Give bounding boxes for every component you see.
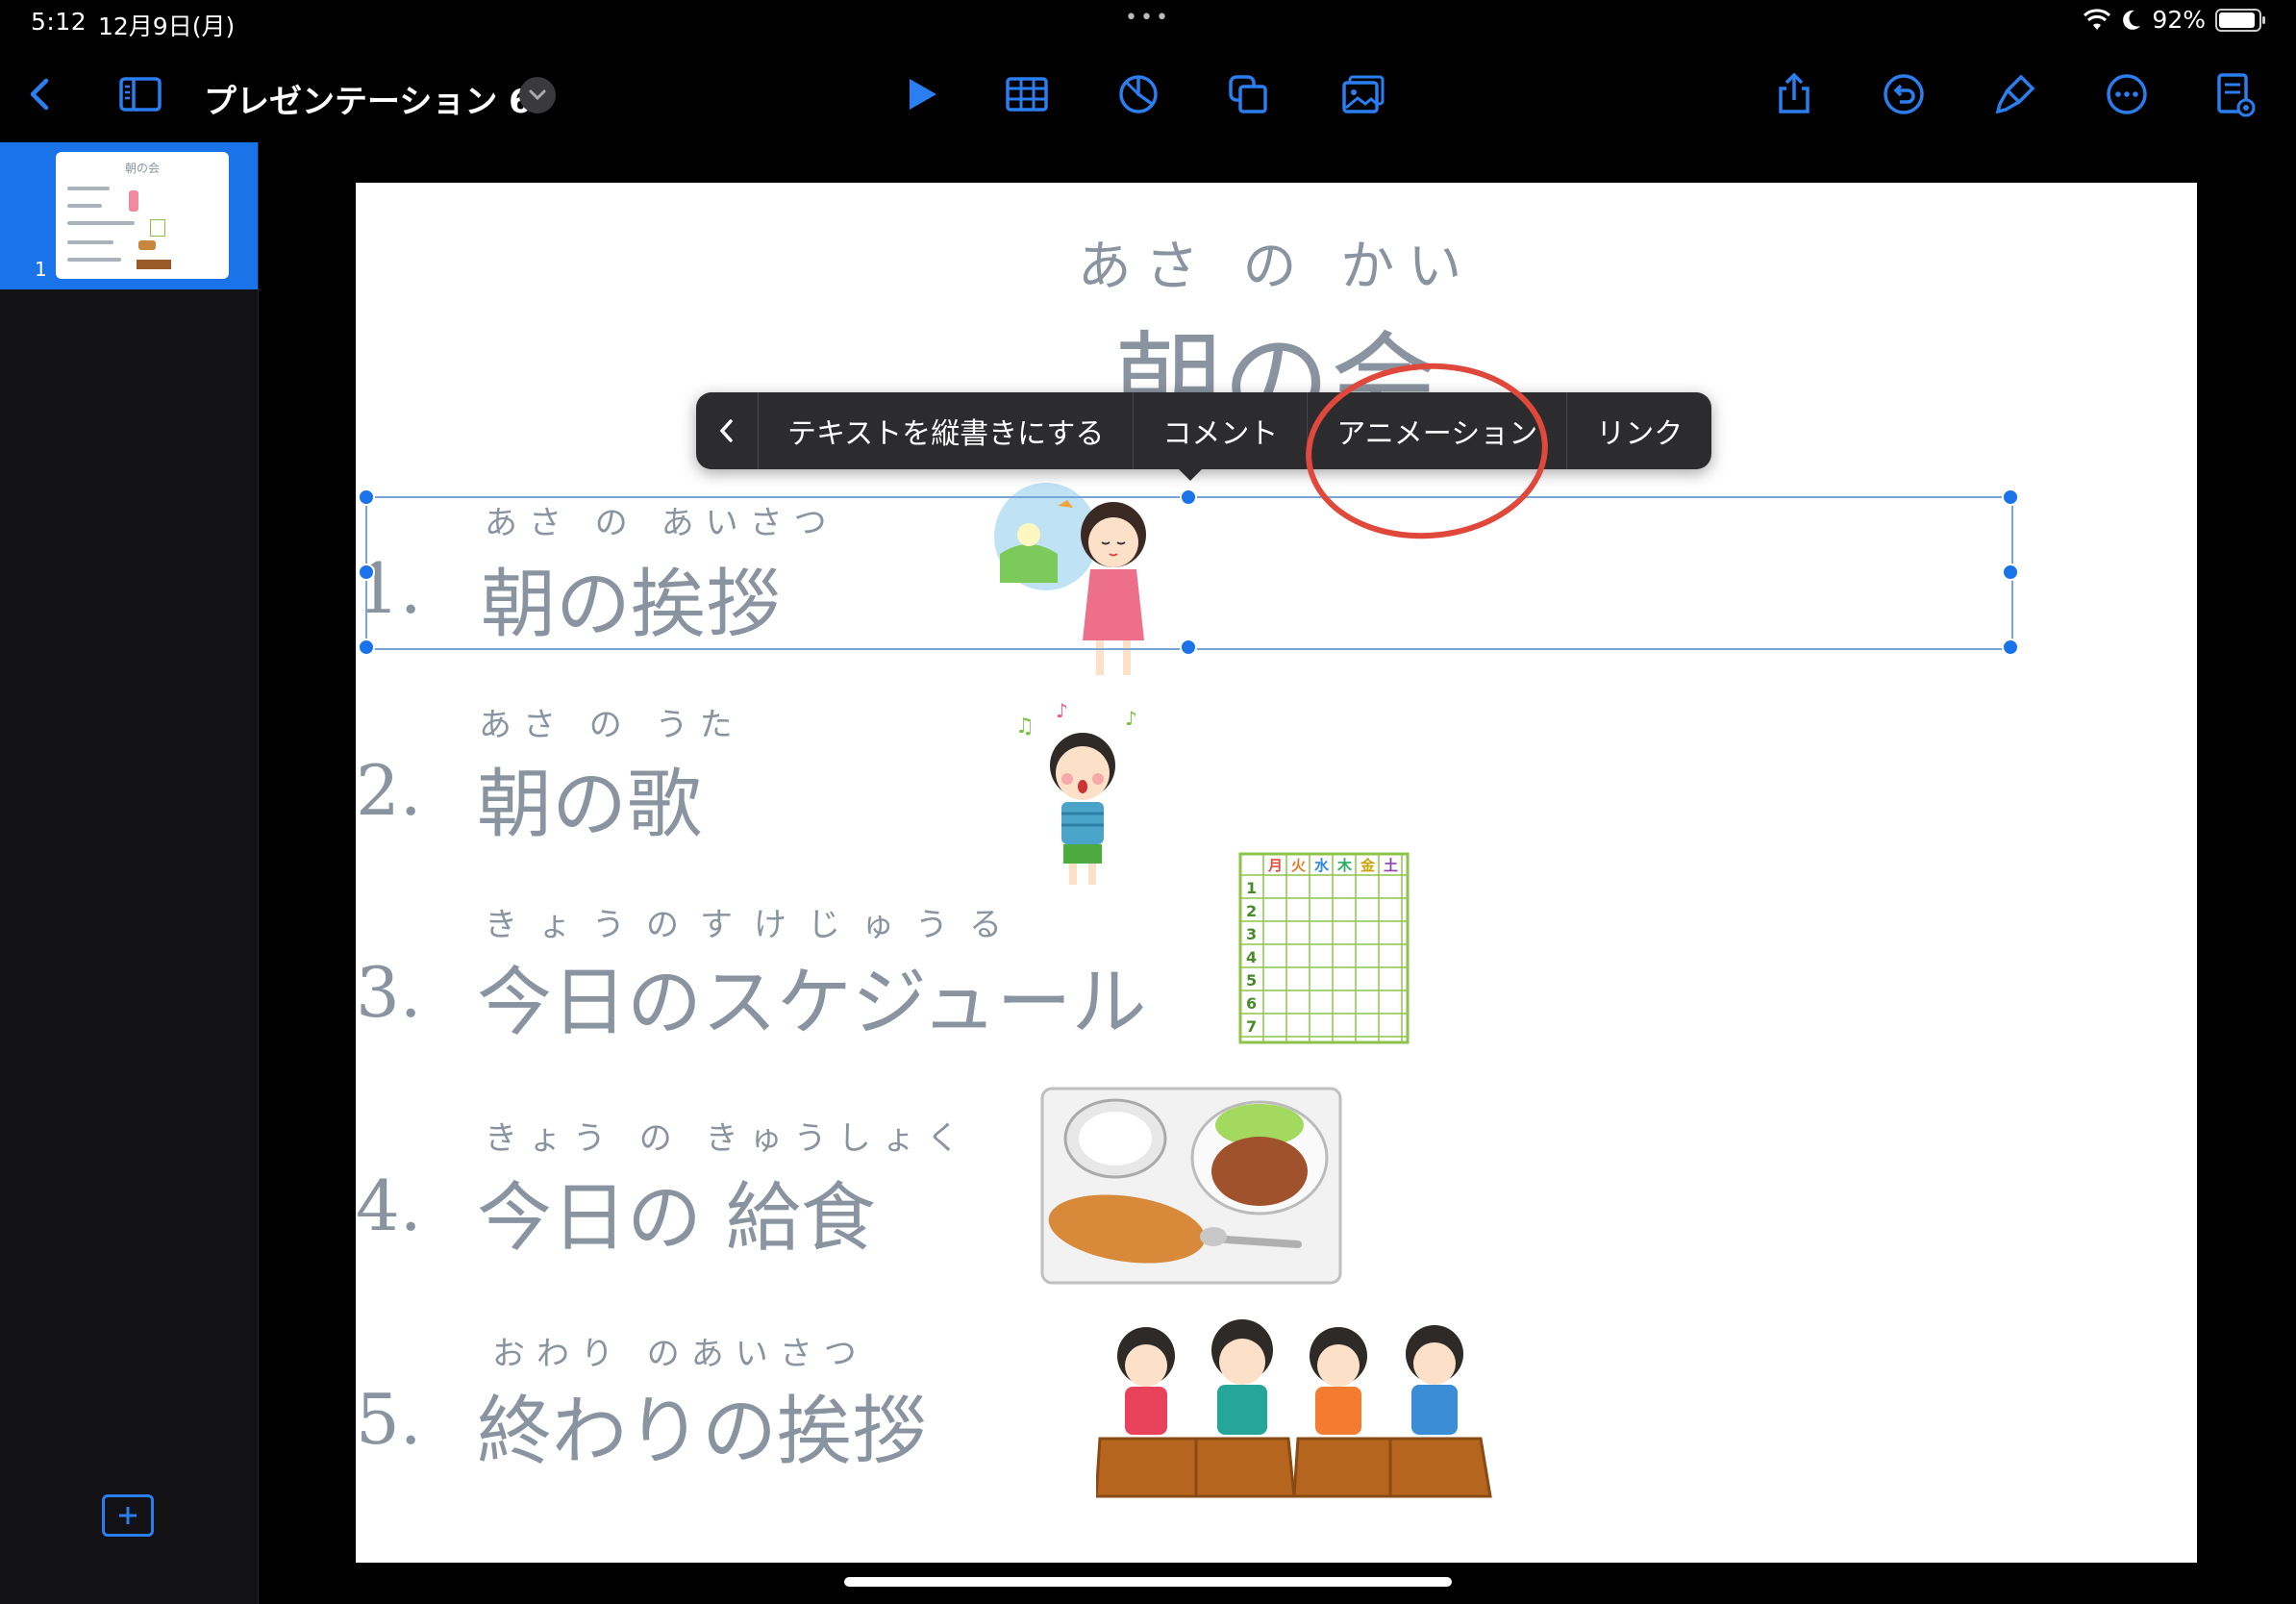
status-time: 5:12 [31,8,87,36]
more-options-icon[interactable] [2100,67,2154,121]
menu-vertical-text[interactable]: テキストを縦書きにする [758,392,1133,469]
multitasking-dots-icon[interactable]: ••• [1125,6,1171,30]
schedule-day-label: 金 [1360,857,1376,874]
battery-percent: 92% [2152,6,2206,34]
thumbnail-line [67,187,110,190]
wifi-icon [2084,8,2111,30]
resize-handle[interactable] [2002,639,2019,656]
thumbnail-illustration [138,240,156,250]
battery-icon [2215,8,2265,32]
slide-thumbnail-selected[interactable]: 1 朝の会 [0,142,258,289]
schedule-day-label: 火 [1291,857,1307,874]
item-3-ruby[interactable]: きょうのすけじゅうる [485,898,1023,945]
format-brush-icon[interactable] [1988,67,2042,121]
svg-text:♪: ♪ [1125,707,1137,730]
schedule-period-label: 5 [1246,971,1257,990]
thumbnail-illustration [137,260,171,269]
schedule-period-label: 3 [1246,925,1257,943]
schedule-chart-illustration[interactable]: 月火水木金土 1 2 3 4 5 6 7 [1238,852,1411,1044]
slide-thumbnail[interactable]: 朝の会 [56,152,229,279]
item-2-ruby[interactable]: あさ の うた [479,698,744,745]
resize-handle[interactable] [1180,639,1197,656]
item-5-ruby[interactable]: おわり のあいさつ [492,1327,868,1374]
thumbnail-line [67,258,121,262]
singing-boy-illustration[interactable]: ♫ ♪ ♪ [1010,702,1154,894]
status-indicators: 92% [2083,6,2265,34]
home-indicator[interactable] [844,1577,1452,1587]
schedule-day-label: 土 [1384,857,1398,874]
undo-icon[interactable] [1877,67,1931,121]
menu-back-button[interactable] [696,392,758,469]
resize-handle[interactable] [358,564,375,581]
thumbnail-line [67,240,113,244]
bowing-children-illustration[interactable] [1096,1314,1519,1506]
slide-number: 1 [35,258,47,281]
insert-chart-icon[interactable] [1111,67,1165,121]
insert-table-icon[interactable] [1000,67,1054,121]
item-4-text[interactable]: 今日の 給食 [477,1158,876,1266]
moon-icon [2123,10,2141,30]
thumbnail-illustration [150,219,165,237]
resize-handle[interactable] [1180,489,1197,506]
svg-text:♫: ♫ [1015,714,1035,739]
chevron-left-icon [719,419,733,442]
thumbnail-title: 朝の会 [124,162,160,175]
toolbar: プレゼンテーション 6 [0,46,2296,142]
slide-canvas[interactable]: あさ の かい 朝の会 あさ の あいさつ 1. 朝の挨拶 あさ の うた 2.… [356,183,2197,1563]
resize-handle[interactable] [2002,564,2019,581]
plus-icon [119,1507,137,1524]
resize-handle[interactable] [358,639,375,656]
back-chevron-icon[interactable] [13,67,67,121]
item-2-number: 2. [356,750,422,831]
svg-text:♪: ♪ [1056,702,1068,722]
item-4-ruby[interactable]: きょう の きゅうしょく [485,1112,971,1159]
status-date: 12月9日(月) [98,13,236,40]
status-bar: 5:12 12月9日(月) ••• 92% [0,0,2296,46]
schedule-day-label: 月 [1267,857,1283,874]
play-icon[interactable] [894,67,948,121]
text-box-selection[interactable] [365,496,2013,650]
resize-handle[interactable] [2002,489,2019,506]
sidebar-toggle-icon[interactable] [113,67,167,121]
title-menu-chevron-icon[interactable] [519,77,556,113]
schedule-period-label: 4 [1246,948,1257,966]
resize-handle[interactable] [358,489,375,506]
thumbnail-line [67,204,102,208]
thumbnail-illustration [129,190,138,212]
item-3-text[interactable]: 今日のスケジュール [477,942,1147,1050]
menu-comment[interactable]: コメント [1133,392,1307,469]
context-menu: テキストを縦書きにする コメント アニメーション リンク [696,392,1712,469]
item-5-text[interactable]: 終わりの挨拶 [477,1371,927,1479]
item-4-number: 4. [356,1165,422,1246]
menu-link[interactable]: リンク [1566,392,1711,469]
add-slide-button[interactable] [102,1494,154,1537]
menu-pointer [1177,467,1204,481]
share-icon[interactable] [1767,67,1821,121]
thumbnail-line [67,221,135,225]
document-title[interactable]: プレゼンテーション 6 [204,75,532,122]
item-5-number: 5. [356,1379,422,1460]
insert-shape-icon[interactable] [1221,67,1275,121]
schedule-day-label: 水 [1314,857,1330,874]
schedule-day-label: 木 [1336,857,1353,874]
slide-navigator: 1 朝の会 [0,142,259,1604]
slide-title-ruby[interactable]: あさ の かい [356,223,2197,301]
item-3-number: 3. [356,952,422,1033]
school-lunch-illustration[interactable] [1038,1085,1346,1291]
insert-media-icon[interactable] [1336,67,1390,121]
item-2-text[interactable]: 朝の歌 [477,744,702,852]
presenter-notes-icon[interactable] [2208,67,2261,121]
schedule-period-label: 1 [1246,879,1257,897]
schedule-period-label: 6 [1246,994,1257,1013]
schedule-period-label: 7 [1246,1017,1257,1036]
schedule-period-label: 2 [1246,902,1257,920]
